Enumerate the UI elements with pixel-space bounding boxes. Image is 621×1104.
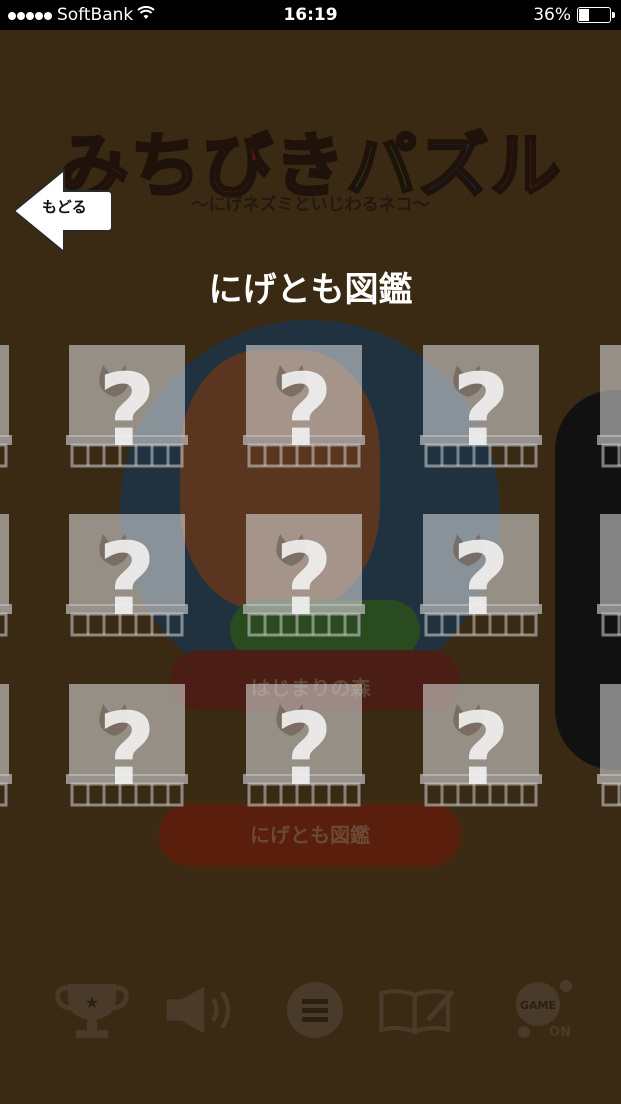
screen: SoftBank 16:19 36% みちびきパズル 〜にげネズミといじわるネコ…	[0, 0, 621, 1104]
battery-area: 36%	[533, 5, 615, 25]
battery-icon	[577, 7, 615, 23]
locked-card[interactable]: ?	[243, 682, 365, 808]
question-mark-icon: ?	[274, 521, 333, 638]
question-mark-icon: ?	[451, 521, 510, 638]
locked-card[interactable]: ?	[597, 682, 621, 807]
locked-card[interactable]: ?	[66, 343, 188, 469]
question-mark-icon: ?	[0, 690, 12, 810]
locked-card[interactable]: ?	[420, 343, 542, 469]
question-mark-icon: ?	[597, 351, 621, 471]
question-mark-icon: ?	[0, 520, 12, 640]
locked-card[interactable]: ?	[243, 343, 365, 469]
locked-card[interactable]: ?	[597, 512, 621, 637]
locked-card[interactable]: ?	[420, 682, 542, 808]
question-mark-icon: ?	[97, 352, 156, 469]
locked-card[interactable]: ?	[420, 512, 542, 638]
locked-card[interactable]: ?	[66, 682, 188, 808]
battery-percent: 36%	[533, 5, 571, 25]
locked-card[interactable]: ?	[597, 343, 621, 468]
locked-card[interactable]: ?	[66, 512, 188, 638]
question-mark-icon: ?	[97, 521, 156, 638]
locked-card[interactable]: ?	[243, 512, 365, 638]
status-bar: SoftBank 16:19 36%	[0, 0, 621, 30]
question-mark-icon: ?	[597, 520, 621, 640]
question-mark-icon: ?	[451, 691, 510, 808]
locked-card[interactable]: ?	[0, 682, 12, 807]
back-button-label[interactable]: もどる	[42, 196, 87, 217]
locked-card[interactable]: ?	[0, 343, 12, 468]
locked-card[interactable]: ?	[0, 512, 12, 637]
question-mark-icon: ?	[597, 690, 621, 810]
question-mark-icon: ?	[0, 351, 12, 471]
question-mark-icon: ?	[97, 691, 156, 808]
question-mark-icon: ?	[274, 691, 333, 808]
question-mark-icon: ?	[274, 352, 333, 469]
question-mark-icon: ?	[451, 352, 510, 469]
clock: 16:19	[283, 5, 338, 25]
page-title: にげとも図鑑	[208, 270, 413, 310]
